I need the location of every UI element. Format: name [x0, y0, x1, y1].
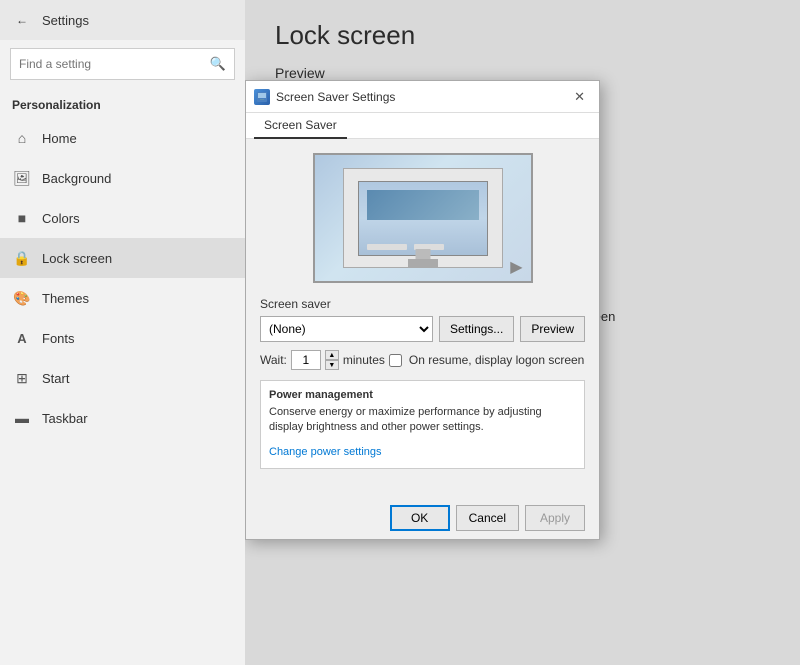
dialog-titlebar: Screen Saver Settings ✕ [246, 81, 599, 113]
sidebar-item-start[interactable]: ⊞ Start [0, 358, 245, 398]
sidebar-item-lock-screen[interactable]: 🔒 Lock screen [0, 238, 245, 278]
sidebar: ← Settings 🔍 Personalization ⌂ Home 🖼 Ba… [0, 0, 245, 665]
ss-preview-box: ▶ [313, 153, 533, 283]
spinner: ▲ ▼ [325, 350, 339, 370]
change-power-settings-link[interactable]: Change power settings [269, 446, 382, 458]
sidebar-item-taskbar-label: Taskbar [42, 411, 88, 426]
fonts-icon: A [12, 328, 32, 348]
home-icon: ⌂ [12, 128, 32, 148]
sidebar-item-fonts[interactable]: A Fonts [0, 318, 245, 358]
wait-row: Wait: ▲ ▼ minutes On resume, display log… [260, 350, 585, 370]
power-management-section: Power management Conserve energy or maxi… [260, 380, 585, 469]
dialog-overlay: Screen Saver Settings ✕ Screen Saver [245, 0, 800, 665]
spin-down-button[interactable]: ▼ [325, 360, 339, 370]
search-input[interactable] [19, 57, 210, 71]
sidebar-item-themes-label: Themes [42, 291, 89, 306]
sidebar-item-home[interactable]: ⌂ Home [0, 118, 245, 158]
sidebar-item-fonts-label: Fonts [42, 331, 75, 346]
colors-icon: ■ [12, 208, 32, 228]
apply-button[interactable]: Apply [525, 505, 585, 531]
cancel-button[interactable]: Cancel [456, 505, 519, 531]
ss-preview-inner [343, 168, 503, 268]
lock-icon: 🔒 [12, 248, 32, 268]
dialog-icon [254, 89, 270, 105]
taskbar-icon: ▬ [12, 408, 32, 428]
ss-dropdown[interactable]: (None) [260, 316, 433, 342]
personalization-label: Personalization [0, 88, 245, 118]
screen-saver-dialog: Screen Saver Settings ✕ Screen Saver [245, 80, 600, 540]
dialog-tab-screen-saver[interactable]: Screen Saver [254, 113, 347, 139]
sidebar-item-taskbar[interactable]: ▬ Taskbar [0, 398, 245, 438]
dialog-close-button[interactable]: ✕ [568, 88, 591, 105]
sidebar-item-start-label: Start [42, 371, 69, 386]
dialog-footer: OK Cancel Apply [246, 497, 599, 539]
sidebar-item-colors-label: Colors [42, 211, 80, 226]
ss-preview-screen [358, 181, 488, 256]
sidebar-item-lock-screen-label: Lock screen [42, 251, 112, 266]
wait-input[interactable] [291, 350, 321, 370]
dialog-title-text: Screen Saver Settings [276, 90, 568, 104]
sidebar-item-home-label: Home [42, 131, 77, 146]
dialog-body: ▶ Screen saver (None) Settings... Previe… [246, 139, 599, 497]
sidebar-header: ← Settings [0, 0, 245, 40]
search-box[interactable]: 🔍 [10, 48, 235, 80]
ss-form-section: Screen saver (None) Settings... Preview … [260, 297, 585, 370]
spin-up-button[interactable]: ▲ [325, 350, 339, 360]
sidebar-title: Settings [42, 13, 89, 28]
sidebar-item-background-label: Background [42, 171, 111, 186]
main-content: Lock screen Preview Show lock screen bac… [245, 0, 800, 665]
search-icon[interactable]: 🔍 [210, 56, 226, 72]
resume-label: On resume, display logon screen [409, 353, 584, 367]
ok-button[interactable]: OK [390, 505, 450, 531]
sidebar-item-themes[interactable]: 🎨 Themes [0, 278, 245, 318]
start-icon: ⊞ [12, 368, 32, 388]
sidebar-item-colors[interactable]: ■ Colors [0, 198, 245, 238]
ss-preview-button[interactable]: Preview [520, 316, 585, 342]
ss-form-label: Screen saver [260, 297, 585, 311]
themes-icon: 🎨 [12, 288, 32, 308]
ss-settings-button[interactable]: Settings... [439, 316, 514, 342]
background-icon: 🖼 [12, 168, 32, 188]
ss-dropdown-row: (None) Settings... Preview [260, 316, 585, 342]
dialog-tab-bar: Screen Saver [246, 113, 599, 139]
resume-checkbox[interactable] [389, 354, 402, 367]
power-title: Power management [269, 389, 576, 401]
power-desc: Conserve energy or maximize performance … [269, 405, 576, 436]
ss-monitor-stand [415, 249, 430, 259]
minutes-label: minutes [343, 353, 385, 367]
ss-monitor-base [408, 259, 438, 267]
wait-label: Wait: [260, 353, 287, 367]
sidebar-item-background[interactable]: 🖼 Background [0, 158, 245, 198]
back-button[interactable]: ← [12, 11, 32, 29]
